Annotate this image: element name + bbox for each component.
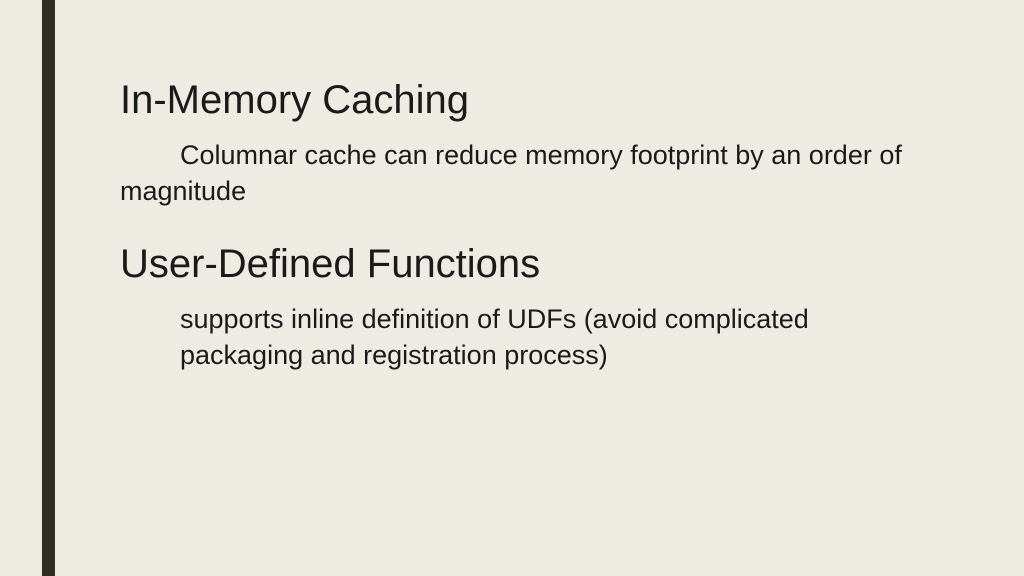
body-user-defined-functions: supports inline definition of UDFs (avoi… [120, 301, 920, 374]
accent-bar [42, 0, 55, 576]
heading-user-defined-functions: User-Defined Functions [120, 242, 920, 287]
heading-in-memory-caching: In-Memory Caching [120, 78, 920, 123]
slide-content: In-Memory Caching Columnar cache can red… [120, 78, 920, 406]
body-in-memory-caching: Columnar cache can reduce memory footpri… [120, 137, 920, 210]
